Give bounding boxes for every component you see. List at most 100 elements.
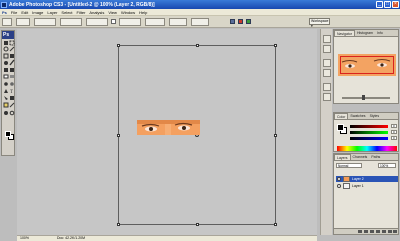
navigator-zoom-knob[interactable] bbox=[362, 95, 365, 100]
transform-handle-top[interactable] bbox=[196, 44, 199, 47]
tool-presets-panel-icon[interactable] bbox=[323, 45, 331, 53]
new-group-icon[interactable] bbox=[382, 230, 386, 233]
marquee-icon[interactable] bbox=[9, 40, 15, 46]
character-panel-icon[interactable] bbox=[323, 83, 331, 91]
brush-icon[interactable] bbox=[9, 59, 15, 66]
move-icon[interactable] bbox=[4, 41, 8, 45]
tab-info[interactable]: Info bbox=[375, 30, 385, 36]
cancel-transform-icon[interactable] bbox=[238, 19, 243, 24]
commit-transform-icon[interactable] bbox=[246, 19, 251, 24]
tab-swatches[interactable]: Swatches bbox=[348, 113, 367, 119]
status-zoom-level[interactable]: 100% bbox=[20, 236, 29, 241]
new-layer-icon[interactable] bbox=[388, 230, 392, 233]
dodge-icon[interactable] bbox=[10, 82, 14, 86]
transform-handle-top-left[interactable] bbox=[117, 44, 120, 47]
skew-v-field[interactable] bbox=[191, 18, 209, 26]
menu-analysis[interactable]: Analysis bbox=[89, 10, 104, 15]
green-value-field[interactable]: 0 bbox=[391, 130, 397, 134]
menu-filter[interactable]: Filter bbox=[77, 10, 86, 15]
height-field[interactable] bbox=[119, 18, 141, 26]
tab-paths[interactable]: Paths bbox=[369, 154, 382, 160]
transform-handle-bottom-left[interactable] bbox=[117, 223, 120, 226]
layer-mask-icon[interactable] bbox=[370, 230, 374, 233]
crop-icon[interactable] bbox=[3, 53, 9, 59]
history-panel-icon[interactable] bbox=[323, 59, 331, 67]
paragraph-panel-icon[interactable] bbox=[323, 93, 331, 101]
foreground-color-swatch[interactable] bbox=[5, 131, 11, 137]
magic-wand-icon[interactable] bbox=[9, 46, 15, 52]
red-value-field[interactable]: 0 bbox=[391, 124, 397, 128]
menu-view[interactable]: View bbox=[108, 10, 117, 15]
transform-handle-bottom[interactable] bbox=[196, 223, 199, 226]
tool-preset-picker[interactable] bbox=[2, 18, 12, 26]
menu-window[interactable]: Window bbox=[121, 10, 135, 15]
menu-select[interactable]: Select bbox=[61, 10, 72, 15]
free-transform-bounding-box[interactable] bbox=[117, 44, 277, 226]
visibility-eye-icon[interactable] bbox=[337, 184, 341, 188]
restore-button[interactable]: □ bbox=[384, 1, 391, 8]
healing-brush-icon[interactable] bbox=[4, 61, 8, 65]
tab-styles[interactable]: Styles bbox=[368, 113, 382, 119]
y-position-field[interactable] bbox=[60, 18, 82, 26]
gradient-icon[interactable] bbox=[10, 75, 14, 78]
skew-h-field[interactable] bbox=[169, 18, 187, 26]
lasso-icon[interactable] bbox=[3, 46, 9, 52]
blend-mode-dropdown[interactable]: Normal bbox=[336, 163, 362, 168]
tab-channels[interactable]: Channels bbox=[351, 154, 370, 160]
tab-color[interactable]: Color bbox=[334, 113, 349, 119]
clone-stamp-icon[interactable] bbox=[4, 68, 8, 72]
transform-handle-bottom-right[interactable] bbox=[274, 223, 277, 226]
menu-layer[interactable]: Layer bbox=[47, 10, 57, 15]
tab-navigator[interactable]: Navigator bbox=[334, 30, 355, 36]
menu-image[interactable]: Image bbox=[32, 10, 43, 15]
notes-icon[interactable] bbox=[3, 102, 9, 108]
color-spectrum-bar[interactable] bbox=[337, 146, 397, 151]
visibility-eye-icon[interactable] bbox=[337, 177, 341, 181]
delete-layer-icon[interactable] bbox=[393, 230, 397, 233]
menu-file[interactable]: File bbox=[11, 10, 17, 15]
green-slider[interactable] bbox=[350, 131, 388, 134]
x-position-field[interactable] bbox=[34, 18, 56, 26]
layer-style-icon[interactable] bbox=[364, 230, 368, 233]
blur-icon[interactable] bbox=[4, 82, 8, 86]
history-brush-icon[interactable] bbox=[10, 68, 14, 72]
hand-icon[interactable] bbox=[4, 111, 8, 115]
workspace-dropdown[interactable]: Workspace ▾ bbox=[309, 18, 330, 28]
warp-mode-icon[interactable] bbox=[230, 19, 235, 24]
menu-help[interactable]: Help bbox=[139, 10, 147, 15]
actions-panel-icon[interactable] bbox=[323, 69, 331, 77]
navigator-zoom-slider[interactable] bbox=[342, 97, 390, 99]
layer-row-layer-1[interactable]: Layer 1 bbox=[336, 183, 398, 189]
transform-handle-right[interactable] bbox=[274, 134, 277, 137]
transform-handle-top-right[interactable] bbox=[274, 44, 277, 47]
type-icon[interactable]: T bbox=[10, 90, 13, 95]
eyedropper-icon[interactable] bbox=[9, 102, 15, 108]
transform-handle-left[interactable] bbox=[117, 134, 120, 137]
path-select-icon[interactable] bbox=[4, 96, 8, 100]
color-panel-foreground-swatch[interactable] bbox=[337, 124, 344, 131]
shape-icon[interactable] bbox=[10, 96, 14, 100]
pen-icon[interactable] bbox=[4, 89, 8, 93]
blue-slider[interactable] bbox=[350, 137, 388, 140]
slice-icon[interactable] bbox=[10, 54, 14, 58]
close-button[interactable]: × bbox=[392, 1, 399, 8]
eyes-layer-image[interactable] bbox=[137, 120, 200, 135]
layer-row-layer-2[interactable]: Layer 2 bbox=[336, 176, 398, 182]
rotate-field[interactable] bbox=[145, 18, 165, 26]
eraser-icon[interactable] bbox=[3, 74, 9, 79]
minimize-button[interactable]: _ bbox=[376, 1, 383, 8]
tab-histogram[interactable]: Histogram bbox=[355, 30, 375, 36]
adjustment-layer-icon[interactable] bbox=[376, 230, 380, 233]
width-field[interactable] bbox=[86, 18, 108, 26]
link-layers-icon[interactable] bbox=[358, 230, 362, 233]
opacity-field[interactable]: 100% bbox=[378, 163, 396, 168]
red-slider[interactable] bbox=[350, 125, 388, 128]
reference-point-locator[interactable] bbox=[16, 18, 30, 26]
blue-value-field[interactable]: 0 bbox=[391, 136, 397, 140]
brushes-panel-icon[interactable] bbox=[323, 35, 331, 43]
navigator-view-box[interactable] bbox=[340, 56, 394, 74]
zoom-icon[interactable] bbox=[9, 110, 15, 116]
link-proportions-toggle[interactable] bbox=[111, 19, 116, 24]
tab-layers[interactable]: Layers bbox=[334, 154, 351, 160]
navigator-thumbnail[interactable] bbox=[338, 54, 396, 76]
